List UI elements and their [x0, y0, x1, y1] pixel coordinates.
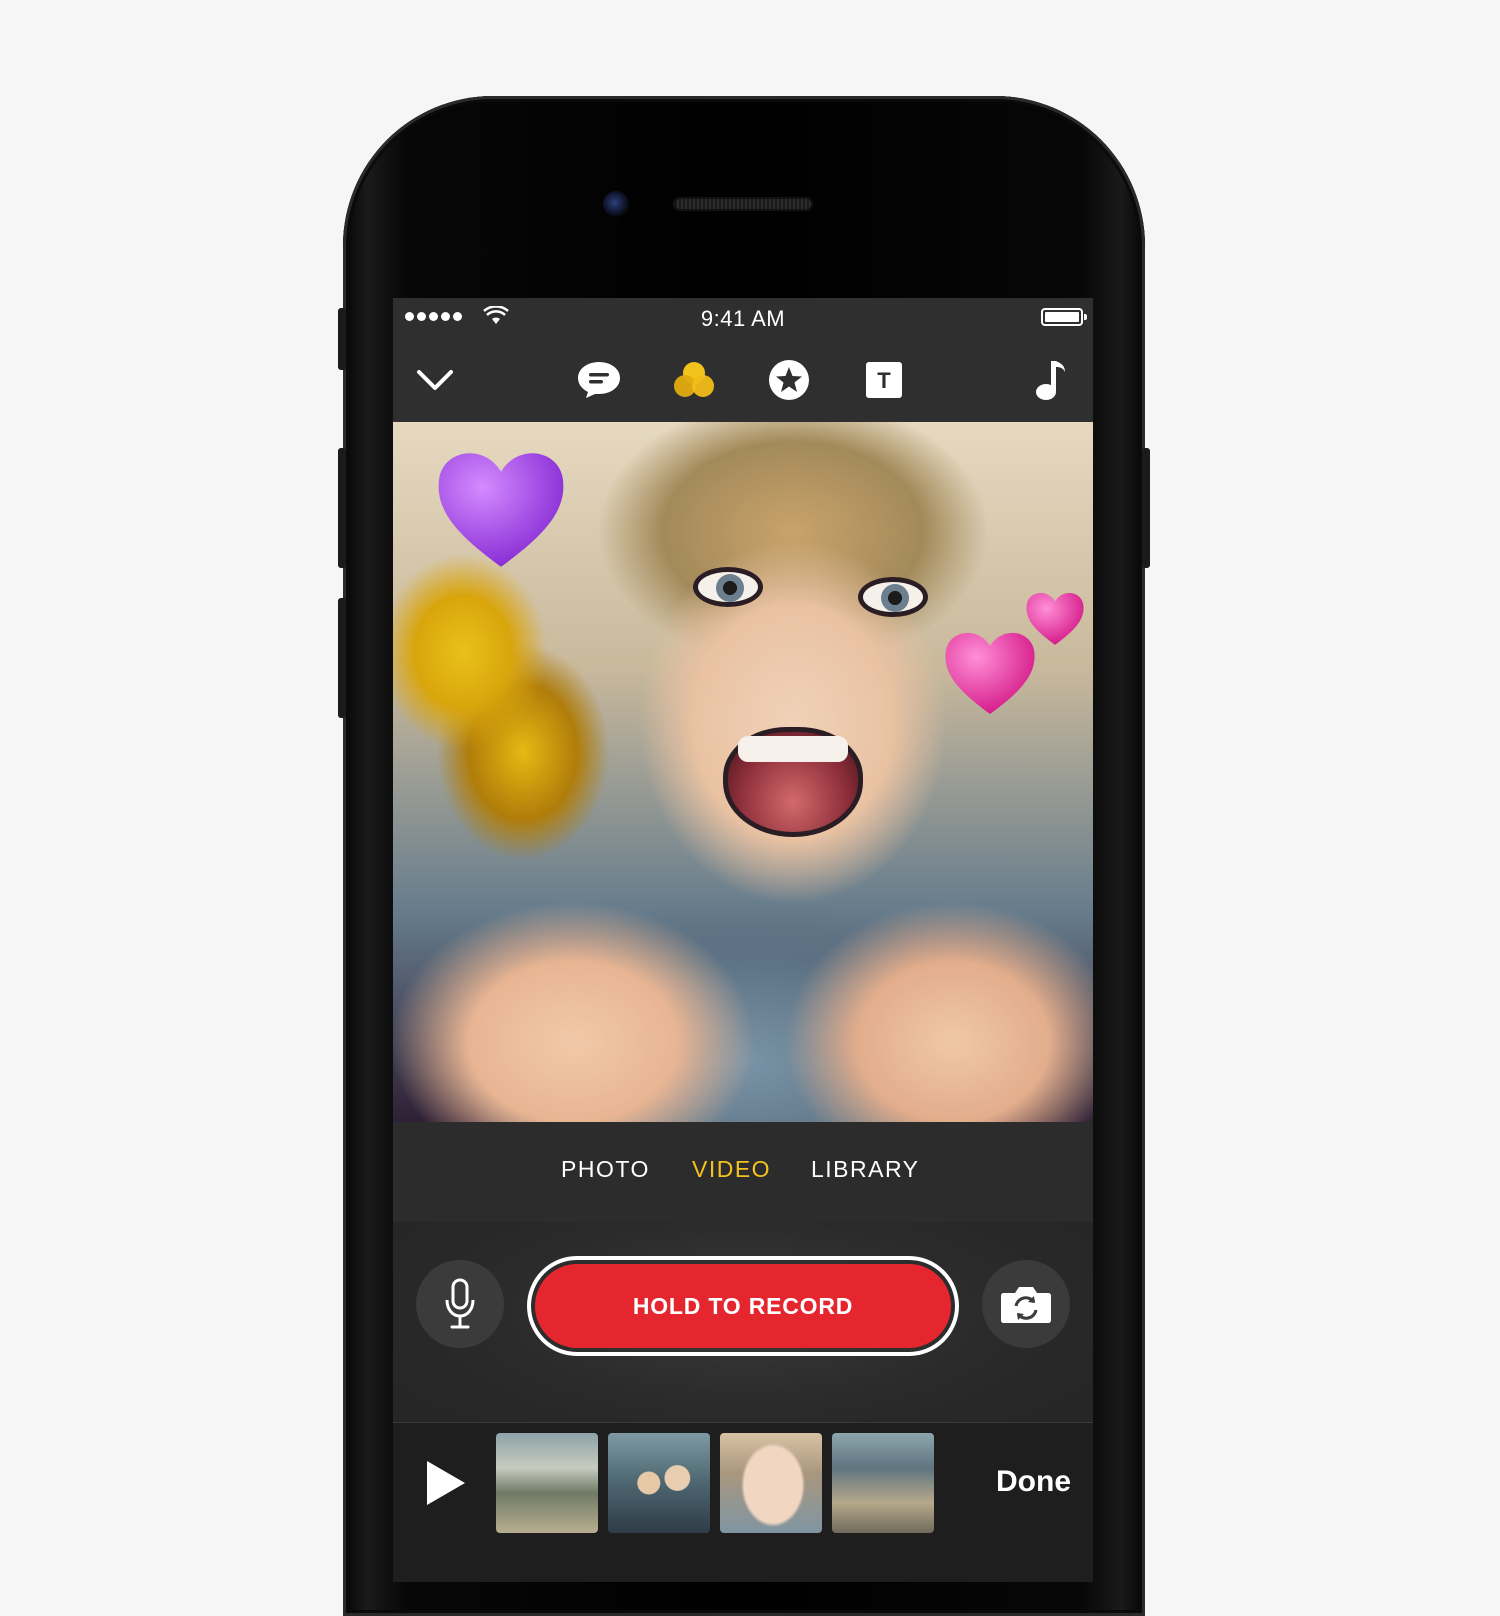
microphone-button[interactable]	[416, 1260, 504, 1348]
speech-bubble-icon	[578, 362, 620, 398]
volume-up-button	[338, 448, 346, 568]
chevron-down-icon	[417, 370, 453, 390]
subject-mouth	[723, 727, 863, 837]
clip-thumbnail[interactable]	[608, 1433, 710, 1533]
text-icon: T	[866, 362, 902, 398]
clip-thumbnail[interactable]	[496, 1433, 598, 1533]
silent-switch	[338, 308, 346, 370]
volume-down-button	[338, 598, 346, 718]
earpiece-speaker	[673, 197, 813, 211]
clip-thumbnail[interactable]	[720, 1433, 822, 1533]
subject-right-eye	[858, 577, 928, 617]
camera-viewfinder[interactable]	[393, 422, 1093, 1122]
switch-camera-button[interactable]	[982, 1260, 1070, 1348]
purple-heart-sticker[interactable]	[431, 438, 571, 578]
front-camera	[603, 191, 629, 217]
subject-left-eye	[693, 567, 763, 607]
editor-toolbar: T	[393, 340, 1093, 422]
status-bar: 9:41 AM	[393, 298, 1093, 340]
mode-library[interactable]: LIBRARY	[811, 1156, 920, 1183]
microphone-icon	[445, 1278, 475, 1329]
stickers-button[interactable]	[761, 352, 817, 408]
battery-icon	[1041, 308, 1087, 326]
filters-button[interactable]	[666, 352, 722, 408]
camera-flip-icon	[1001, 1287, 1051, 1323]
power-button	[1142, 448, 1150, 568]
svg-text:T: T	[877, 368, 891, 393]
status-time: 9:41 AM	[700, 306, 786, 331]
clip-timeline: Done	[393, 1422, 1093, 1582]
music-button[interactable]	[1023, 352, 1079, 408]
mode-video[interactable]: VIDEO	[692, 1156, 771, 1183]
music-note-icon	[1036, 361, 1065, 400]
capture-mode-bar: PHOTO VIDEO LIBRARY	[393, 1122, 1093, 1222]
live-titles-button[interactable]	[571, 352, 627, 408]
star-icon	[769, 360, 809, 400]
filters-icon	[674, 362, 714, 397]
hold-to-record-button[interactable]: HOLD TO RECORD	[527, 1256, 959, 1356]
title-posters-button[interactable]: T	[856, 352, 912, 408]
pink-heart-sticker-small[interactable]	[1023, 586, 1087, 650]
done-button[interactable]: Done	[996, 1465, 1071, 1499]
record-controls: HOLD TO RECORD	[393, 1222, 1093, 1422]
mode-photo[interactable]: PHOTO	[561, 1156, 650, 1183]
clip-thumbnail[interactable]	[832, 1433, 934, 1533]
app-screen: 9:41 AM T PHOTO VIDEO LIBRARY HOLD TO RE…	[393, 298, 1093, 1582]
play-button[interactable]	[423, 1459, 467, 1507]
collapse-button[interactable]	[407, 352, 463, 408]
record-label: HOLD TO RECORD	[535, 1264, 951, 1348]
